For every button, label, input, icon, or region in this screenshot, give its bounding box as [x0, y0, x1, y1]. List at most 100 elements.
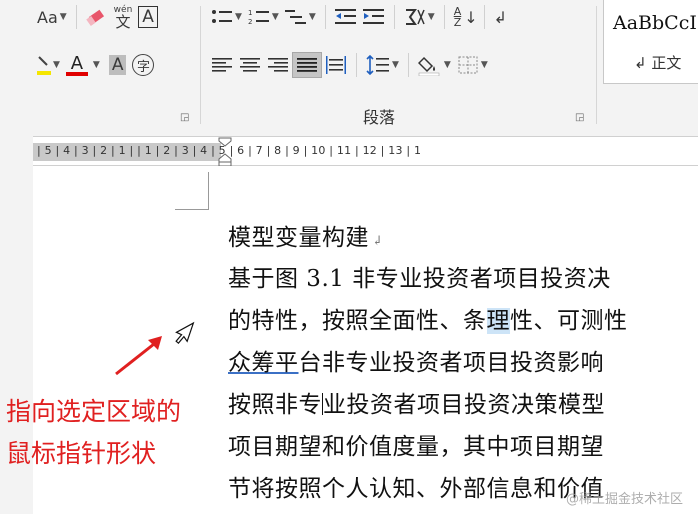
indent-marker-icon[interactable]	[218, 137, 232, 167]
annotation-arrow-icon	[115, 336, 162, 376]
font-dialog-launcher-icon[interactable]: ◲	[180, 112, 189, 123]
doc-line-text: 项目期望和价值度量，其中项目期望	[228, 434, 604, 460]
justify-button[interactable]	[292, 52, 322, 78]
align-right-icon	[268, 58, 288, 72]
phonetic-guide-button[interactable]: wén 文	[111, 4, 136, 30]
mouse-pointer-icon	[175, 321, 195, 345]
font-toolbar-row1: Aa ▼ wén 文 A	[34, 4, 161, 30]
increase-indent-button[interactable]	[360, 4, 388, 30]
doc-line[interactable]: 按照非专业投资者项目投资决策模型	[228, 385, 605, 419]
chevron-down-icon: ▼	[308, 12, 316, 22]
divider	[483, 5, 485, 29]
clear-format-button[interactable]	[83, 4, 111, 30]
doc-line[interactable]: 众筹平台非专业投资者项目投资影响	[228, 343, 604, 377]
chevron-down-icon: ▼	[59, 12, 67, 22]
sort-button[interactable]: A Z	[451, 4, 465, 30]
increase-indent-icon	[362, 9, 384, 24]
multilevel-list-button[interactable]: ▼	[282, 4, 319, 30]
style-sample-text: AaBbCcI	[613, 12, 697, 34]
font-color-button[interactable]: A	[63, 52, 91, 78]
paint-bucket-icon	[417, 56, 440, 76]
change-case-label: Aa	[37, 7, 58, 27]
underlined-text: 众筹平	[228, 350, 299, 376]
chevron-down-icon: ▼	[235, 12, 242, 22]
divider	[75, 5, 77, 29]
text-boundary-corner	[175, 209, 209, 210]
chevron-down-icon: ▼	[392, 60, 399, 70]
align-center-icon	[240, 58, 260, 72]
chinese-layout-button[interactable]: ▼	[401, 4, 438, 30]
doc-line[interactable]: 项目期望和价值度量，其中项目期望	[228, 427, 604, 461]
doc-line[interactable]: 的特性，按照全面性、条理性、可测性	[228, 301, 628, 335]
chevron-down-icon: ▼	[271, 12, 279, 22]
justify-icon	[297, 58, 317, 72]
align-right-button[interactable]	[264, 52, 292, 78]
horizontal-ruler[interactable]: | 5 | 4 | 3 | 2 | 1 | | 1 | 2 | 3 | 4 | …	[33, 136, 698, 167]
divider	[200, 6, 201, 124]
font-color-bar	[65, 72, 88, 76]
divider	[596, 6, 597, 124]
align-center-button[interactable]	[236, 52, 264, 78]
character-shading-label: A	[108, 55, 127, 75]
divider	[407, 53, 409, 77]
paragraph-toolbar-row2: ▼ ▼ ▼	[208, 52, 491, 78]
chevron-down-icon: ▼	[480, 60, 488, 70]
sort-bottom-label: Z	[453, 16, 462, 29]
align-left-icon	[212, 58, 232, 72]
divider	[393, 5, 395, 29]
decrease-indent-icon	[334, 9, 356, 24]
paragraph-group-label: 段落	[363, 108, 396, 127]
borders-button[interactable]: ▼	[454, 52, 491, 78]
font-toolbar-row2: ▼ A ▼ A 字	[34, 52, 157, 78]
eraser-icon	[85, 9, 104, 26]
sort-arrow-icon: ↓	[464, 7, 478, 27]
watermark: @稀土掘金技术社区	[566, 492, 684, 507]
style-name-normal: ↲ 正文	[634, 54, 682, 72]
line-spacing-icon	[366, 54, 389, 76]
highlighter-icon	[37, 56, 51, 75]
svg-text:2: 2	[248, 18, 252, 26]
character-border-button[interactable]: A	[135, 4, 161, 30]
doc-line-text: 节将按照个人认知、外部信息和价值	[228, 476, 604, 502]
doc-line-text: 台非专业投资者项目投资影响	[298, 350, 604, 376]
selected-text: 理	[486, 308, 510, 334]
doc-line-text: 业投资者项目投资决策模型	[323, 392, 605, 418]
chevron-down-icon: ▼	[427, 12, 435, 22]
annotation-label: 鼠标指针形状	[6, 439, 157, 468]
character-border-label: A	[138, 6, 158, 28]
chinese-layout-icon	[405, 9, 425, 25]
styles-gallery[interactable]: AaBbCcI ↲ 正文	[603, 0, 698, 84]
text-boundary-corner	[208, 172, 209, 210]
paragraph-dialog-launcher-icon[interactable]: ◲	[575, 112, 584, 123]
bullets-button[interactable]: ▼	[208, 4, 245, 30]
chevron-down-icon: ▼	[443, 60, 451, 70]
shading-button[interactable]: ▼	[415, 52, 454, 78]
doc-line-text: 基于图 3.1 非专业投资者项目投资决	[228, 266, 611, 292]
doc-heading[interactable]: 模型变量构建 ↲	[228, 218, 383, 252]
borders-icon	[458, 56, 478, 74]
enclose-characters-button[interactable]: 字	[129, 52, 157, 78]
svg-text:1: 1	[248, 9, 252, 17]
divider	[324, 5, 326, 29]
doc-line[interactable]: 基于图 3.1 非专业投资者项目投资决	[228, 259, 611, 293]
annotation-label: 指向选定区域的	[6, 397, 182, 426]
change-case-button[interactable]: Aa ▼	[34, 4, 70, 30]
align-left-button[interactable]	[208, 52, 236, 78]
distributed-icon	[326, 56, 346, 74]
line-spacing-button[interactable]: ▼	[363, 52, 402, 78]
numbering-button[interactable]: 12 ▼	[245, 4, 282, 30]
doc-line[interactable]: 节将按照个人认知、外部信息和价值	[228, 469, 604, 503]
bullet-list-icon	[212, 10, 232, 23]
character-shading-button[interactable]: A	[106, 52, 130, 78]
decrease-indent-button[interactable]	[332, 4, 360, 30]
chevron-down-icon[interactable]: ▼	[93, 60, 100, 70]
doc-line-text: 性、可测性	[510, 308, 628, 334]
font-color-label: A	[70, 53, 84, 74]
doc-line-text: 按照非专	[228, 392, 322, 418]
distributed-button[interactable]	[322, 52, 350, 78]
phonetic-bottom-label: 文	[115, 12, 131, 31]
show-marks-button[interactable]: ↲	[491, 4, 510, 30]
numbered-list-icon: 12	[248, 9, 269, 26]
paragraph-toolbar-row1: ▼ 12 ▼ ▼ ▼ A Z ↓ ↲	[208, 4, 510, 30]
highlight-color-button[interactable]: ▼	[34, 52, 63, 78]
